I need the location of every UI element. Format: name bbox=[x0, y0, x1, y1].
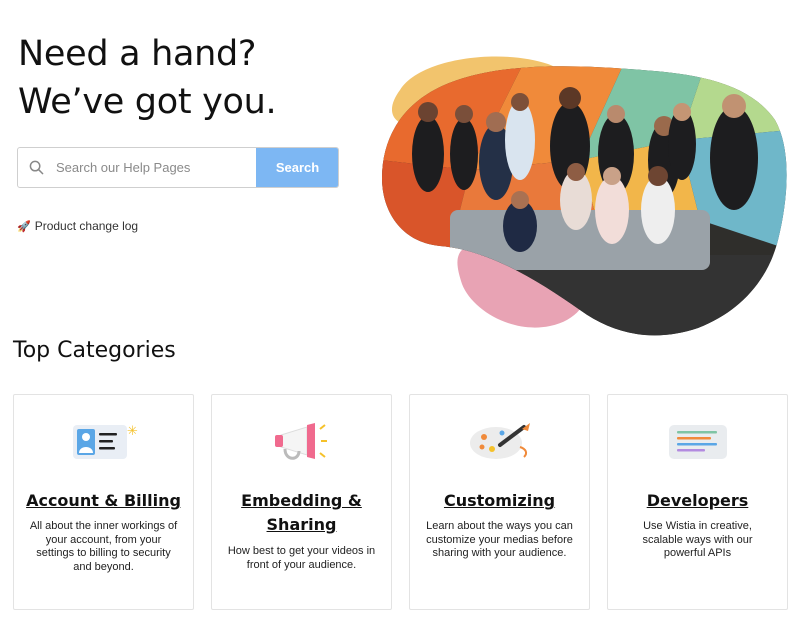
category-description: Learn about the ways you can customize y… bbox=[426, 520, 573, 559]
search-form: Search bbox=[17, 147, 339, 188]
category-title[interactable]: Developers bbox=[616, 489, 779, 513]
category-title[interactable]: Account & Billing bbox=[22, 489, 185, 513]
category-description: Use Wistia in creative, scalable ways wi… bbox=[642, 520, 753, 559]
id-card-icon: ✳ bbox=[72, 424, 138, 459]
category-description: How best to get your videos in front of … bbox=[227, 545, 376, 571]
category-card-embedding-sharing[interactable]: Embedding & Sharing How best to get your… bbox=[211, 394, 392, 610]
category-description: All about the inner workings of your acc… bbox=[29, 520, 178, 573]
category-card-customizing[interactable]: Customizing Learn about the ways you can… bbox=[409, 394, 590, 610]
search-input[interactable] bbox=[54, 159, 238, 176]
paint-palette-icon bbox=[469, 423, 530, 459]
team-photo bbox=[382, 56, 787, 336]
category-cards: ✳ Account & Billing All about the inner … bbox=[13, 394, 788, 610]
category-card-account-billing[interactable]: ✳ Account & Billing All about the inner … bbox=[13, 394, 194, 610]
search-icon bbox=[29, 160, 44, 175]
megaphone-icon bbox=[274, 423, 327, 460]
search-button[interactable]: Search bbox=[256, 148, 338, 187]
page-title: Need a hand? We’ve got you. bbox=[18, 30, 277, 126]
product-change-log-link[interactable]: 🚀 Product change log bbox=[17, 219, 138, 233]
product-change-log-label: Product change log bbox=[34, 219, 139, 233]
category-title[interactable]: Customizing bbox=[418, 489, 581, 513]
category-title[interactable]: Embedding & Sharing bbox=[220, 489, 383, 537]
search-field[interactable] bbox=[18, 148, 256, 187]
page-title-line-2: We’ve got you. bbox=[18, 82, 277, 122]
rocket-icon: 🚀 bbox=[17, 220, 31, 233]
page-title-line-1: Need a hand? bbox=[18, 34, 257, 74]
svg-text:✳: ✳ bbox=[127, 424, 138, 439]
code-window-icon bbox=[668, 425, 727, 459]
section-title: Top Categories bbox=[13, 338, 176, 363]
category-card-developers[interactable]: Developers Use Wistia in creative, scala… bbox=[607, 394, 788, 610]
